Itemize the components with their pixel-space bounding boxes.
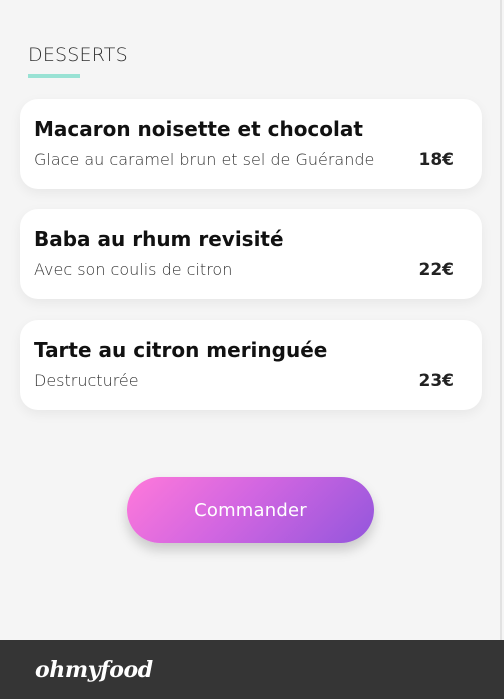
menu-item-title: Tarte au citron meringuée (34, 338, 328, 362)
menu-item-price: 18€ (418, 150, 455, 170)
menu-item-card[interactable]: Tarte au citron meringuée Destructurée 2… (20, 320, 482, 410)
menu-item-card[interactable]: Baba au rhum revisité Avec son coulis de… (20, 209, 482, 299)
menu-page: DESSERTS Macaron noisette et chocolat Gl… (0, 0, 502, 699)
section-title-underline (28, 74, 80, 78)
menu-item-card[interactable]: Macaron noisette et chocolat Glace au ca… (20, 99, 482, 189)
menu-item-price: 22€ (418, 260, 455, 280)
menu-item-price: 23€ (418, 371, 455, 391)
desserts-section: DESSERTS (28, 42, 128, 78)
footer: ohmyfood (0, 640, 504, 699)
menu-item-description: Destructurée (34, 371, 139, 390)
order-button[interactable]: Commander (127, 477, 374, 543)
brand-logo[interactable]: ohmyfood (35, 656, 153, 684)
menu-item-description: Glace au caramel brun et sel de Guérande (34, 150, 375, 169)
menu-item-title: Macaron noisette et chocolat (34, 117, 363, 141)
section-title: DESSERTS (28, 44, 128, 66)
menu-item-description: Avec son coulis de citron (34, 260, 233, 279)
menu-item-title: Baba au rhum revisité (34, 227, 284, 251)
